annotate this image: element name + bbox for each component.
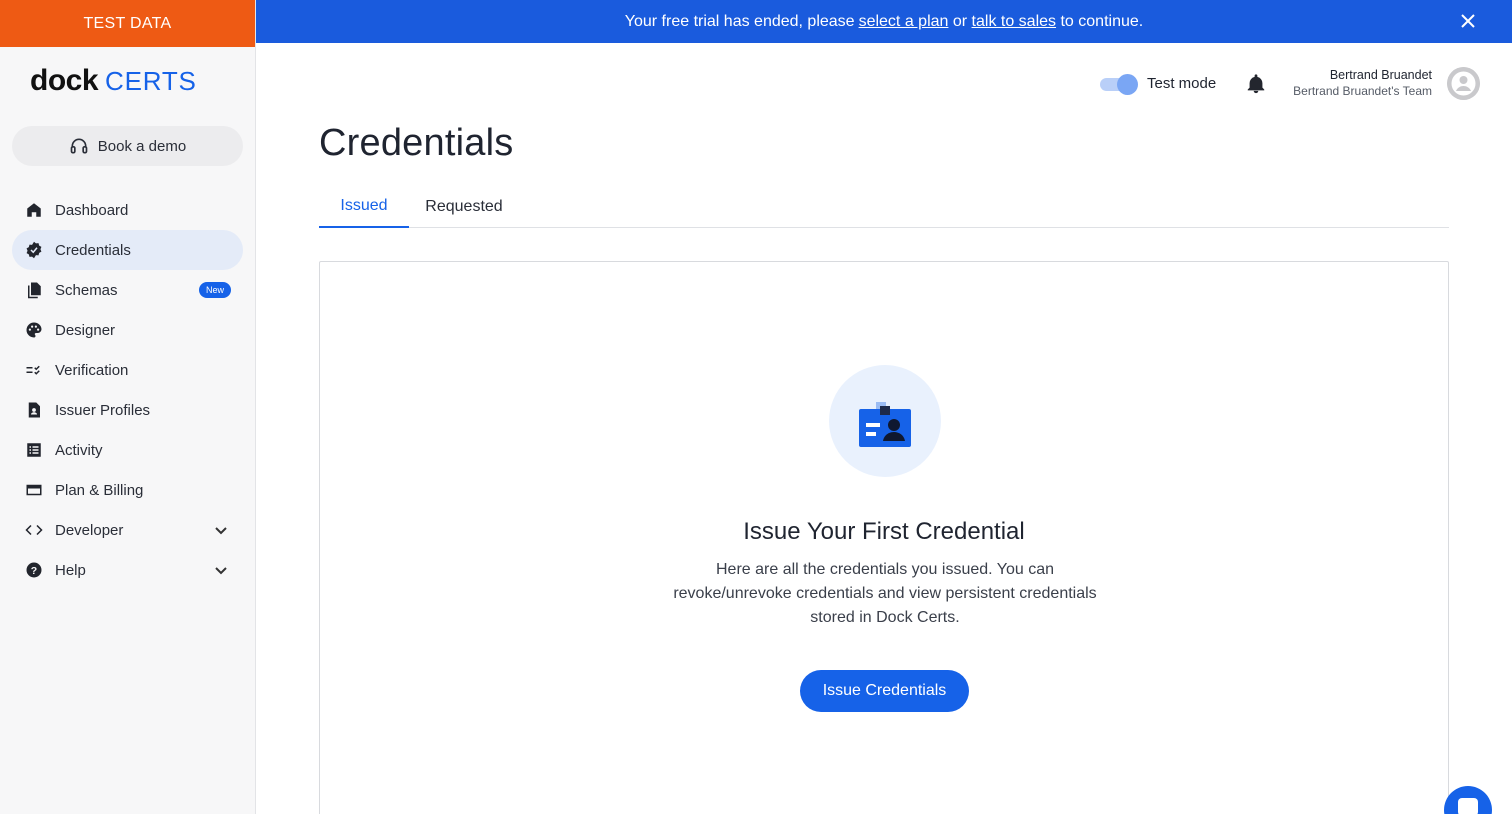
sidebar-item-credentials[interactable]: Credentials <box>12 230 243 270</box>
sidebar-item-label: Help <box>55 561 86 579</box>
close-icon[interactable] <box>1458 11 1478 31</box>
user-avatar-icon <box>1447 67 1480 100</box>
sidebar-item-activity[interactable]: Activity <box>12 430 243 470</box>
test-data-banner: TEST DATA <box>0 0 255 47</box>
banner-text-middle: or <box>948 12 972 30</box>
sidebar: TEST DATA dock CERTS Book a demo Dashboa… <box>0 0 256 814</box>
empty-state-card: Issue Your First Credential Here are all… <box>319 261 1449 814</box>
sidebar-item-label: Issuer Profiles <box>55 401 151 419</box>
tab-requested[interactable]: Requested <box>409 186 519 228</box>
logo-dock-text: dock <box>30 64 99 97</box>
trial-ended-banner: Your free trial has ended, please select… <box>256 0 1512 43</box>
toggle-knob <box>1117 74 1138 95</box>
logo-certs-text: CERTS <box>105 66 197 96</box>
chat-launcher-button[interactable] <box>1444 786 1492 814</box>
profile-document-icon <box>24 400 44 420</box>
empty-state-title: Issue Your First Credential <box>743 518 1025 545</box>
sidebar-item-verification[interactable]: Verification <box>12 350 243 390</box>
sidebar-nav: Dashboard Credentials Schemas New Design… <box>12 190 243 590</box>
avatar[interactable] <box>1447 67 1480 100</box>
tab-issued[interactable]: Issued <box>319 186 409 228</box>
book-demo-button[interactable]: Book a demo <box>12 126 243 166</box>
book-demo-label: Book a demo <box>97 137 187 155</box>
user-name: Bertrand Bruandet <box>1329 68 1432 82</box>
sidebar-item-label: Schemas <box>55 281 118 299</box>
sidebar-item-label: Activity <box>55 441 103 459</box>
chevron-down-icon[interactable] <box>213 522 229 538</box>
headset-icon <box>70 138 88 154</box>
bell-icon[interactable] <box>1245 73 1267 95</box>
sidebar-item-designer[interactable]: Designer <box>12 310 243 350</box>
sidebar-item-dashboard[interactable]: Dashboard <box>12 190 243 230</box>
test-mode-label: Test mode <box>1147 75 1217 92</box>
sidebar-item-schemas[interactable]: Schemas New <box>12 270 243 310</box>
svg-text:?: ? <box>31 565 37 577</box>
banner-text-after: to continue. <box>1056 12 1144 30</box>
credential-tabs: Issued Requested <box>319 186 1449 228</box>
talk-to-sales-link[interactable]: talk to sales <box>972 13 1056 31</box>
sidebar-item-label: Dashboard <box>55 201 129 219</box>
palette-icon <box>24 320 44 340</box>
sidebar-item-label: Credentials <box>55 241 131 259</box>
select-plan-link[interactable]: select a plan <box>859 13 949 31</box>
code-icon <box>24 520 44 540</box>
page-title: Credentials <box>319 122 514 164</box>
team-name: Bertrand Bruandet's Team <box>1293 84 1432 98</box>
sidebar-item-label: Verification <box>55 361 129 379</box>
home-icon <box>24 200 44 220</box>
checklist-icon <box>24 360 44 380</box>
list-icon <box>24 440 44 460</box>
card-icon <box>24 480 44 500</box>
dock-certs-logo[interactable]: dock CERTS <box>30 64 197 98</box>
sidebar-item-plan-billing[interactable]: Plan & Billing <box>12 470 243 510</box>
issue-credentials-button[interactable]: Issue Credentials <box>800 670 969 712</box>
documents-icon <box>24 280 44 300</box>
sidebar-item-label: Developer <box>55 521 124 539</box>
sidebar-item-help[interactable]: ? Help <box>12 550 243 590</box>
sidebar-item-developer[interactable]: Developer <box>12 510 243 550</box>
sidebar-item-label: Designer <box>55 321 116 339</box>
chat-icon <box>1458 798 1478 814</box>
verified-badge-icon <box>24 240 44 260</box>
banner-text-before: Your free trial has ended, please <box>624 12 855 30</box>
help-icon: ? <box>24 560 44 580</box>
chevron-down-icon[interactable] <box>213 562 229 578</box>
new-badge: New <box>198 282 231 298</box>
sidebar-item-issuer-profiles[interactable]: Issuer Profiles <box>12 390 243 430</box>
user-info[interactable]: Bertrand Bruandet Bertrand Bruandet's Te… <box>1293 68 1432 98</box>
test-mode-toggle[interactable] <box>1100 74 1138 95</box>
sidebar-item-label: Plan & Billing <box>55 481 144 499</box>
id-card-icon <box>829 365 941 477</box>
empty-state-description: Here are all the credentials you issued.… <box>673 561 1097 626</box>
